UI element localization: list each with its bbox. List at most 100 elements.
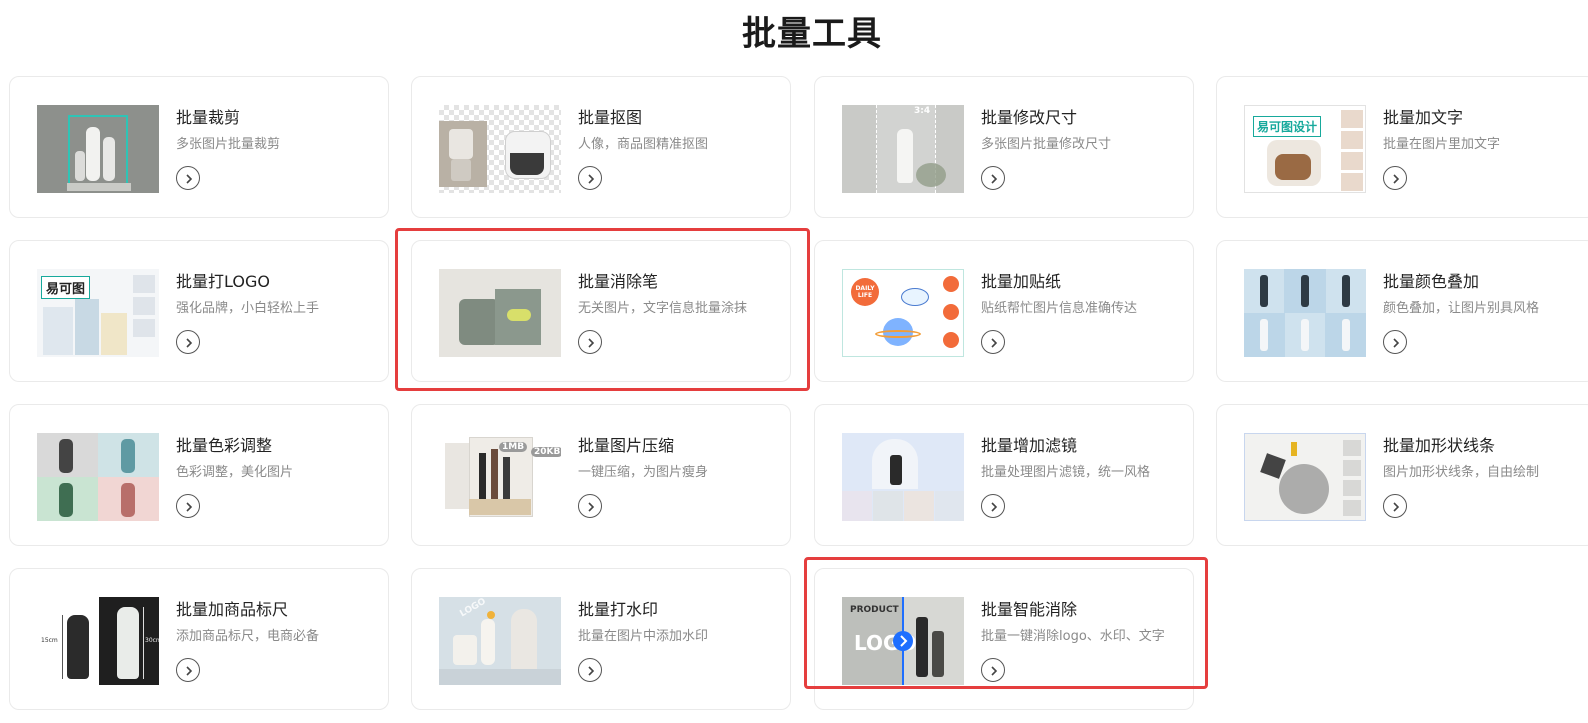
- tool-card-shapes[interactable]: 批量加形状线条 图片加形状线条，自由绘制: [1216, 404, 1588, 546]
- shapes-thumbnail: [1244, 433, 1366, 521]
- tool-title: 批量消除笔: [578, 272, 659, 291]
- tool-title: 批量智能消除: [981, 600, 1078, 619]
- tool-card-compress[interactable]: 1MB 20KB 批量图片压缩 一键压缩，为图片瘦身: [411, 404, 791, 546]
- tool-title: 批量裁剪: [176, 108, 241, 127]
- ruler-label-left: 15cm: [41, 637, 58, 644]
- ruler-thumbnail: 15cm 30cm: [37, 597, 159, 685]
- logo-thumbnail: 易可图: [37, 269, 159, 357]
- tool-description: 贴纸帮忙图片信息准确传达: [981, 301, 1138, 316]
- tool-title: 批量色彩调整: [176, 436, 273, 455]
- tool-description: 人像，商品图精准抠图: [578, 137, 709, 152]
- go-button[interactable]: [176, 330, 200, 354]
- tool-title: 批量修改尺寸: [981, 108, 1078, 127]
- chevron-right-icon: [991, 666, 998, 676]
- compare-slider-handle[interactable]: [893, 631, 913, 651]
- tool-title: 批量打LOGO: [176, 272, 270, 291]
- tool-card-color-overlay[interactable]: 批量颜色叠加 颜色叠加，让图片别具风格: [1216, 240, 1588, 382]
- tool-description: 无关图片，文字信息批量涂抹: [578, 301, 748, 316]
- chevron-right-icon: [900, 635, 908, 647]
- logo-label: 易可图: [41, 276, 91, 299]
- go-button[interactable]: [1383, 330, 1407, 354]
- tool-card-smart-erase[interactable]: PRODUCT LOGO 批量智能消除 批量一键消除logo、水印、文字: [814, 568, 1194, 710]
- ruler-label-right: 30cm: [145, 637, 159, 644]
- tool-description: 多张图片批量修改尺寸: [981, 137, 1112, 152]
- watermark-thumbnail: LOGO: [439, 597, 561, 685]
- tool-title: 批量加商品标尺: [176, 600, 289, 619]
- go-button[interactable]: [981, 494, 1005, 518]
- tool-title: 批量颜色叠加: [1383, 272, 1480, 291]
- chevron-right-icon: [186, 502, 193, 512]
- size-label-after: 20KB: [531, 447, 561, 457]
- size-label-before: 1MB: [499, 442, 528, 452]
- eraser-thumbnail: [439, 269, 561, 357]
- sticker-label: DAILY LIFE: [855, 285, 875, 299]
- sticker-thumbnail: DAILY LIFE: [842, 269, 964, 357]
- tool-card-filter[interactable]: 批量增加滤镜 批量处理图片滤镜，统一风格: [814, 404, 1194, 546]
- filter-thumbnail: [842, 433, 964, 521]
- tool-title: 批量抠图: [578, 108, 643, 127]
- go-button[interactable]: [176, 658, 200, 682]
- resize-thumbnail: 3:4: [842, 105, 964, 193]
- tool-description: 一键压缩，为图片瘦身: [578, 465, 709, 480]
- color-adjust-thumbnail: [37, 433, 159, 521]
- smart-erase-thumbnail: PRODUCT LOGO: [842, 597, 964, 685]
- go-button[interactable]: [578, 494, 602, 518]
- tool-title: 批量图片压缩: [578, 436, 675, 455]
- tool-description: 批量处理图片滤镜，统一风格: [981, 465, 1151, 480]
- chevron-right-icon: [1393, 174, 1400, 184]
- chevron-right-icon: [186, 174, 193, 184]
- chevron-right-icon: [588, 502, 595, 512]
- tool-card-sticker[interactable]: DAILY LIFE 批量加贴纸 贴纸帮忙图片信息准确传达: [814, 240, 1194, 382]
- tool-title: 批量增加滤镜: [981, 436, 1078, 455]
- tool-title: 批量打水印: [578, 600, 659, 619]
- tool-description: 批量一键消除logo、水印、文字: [981, 629, 1165, 644]
- go-button[interactable]: [1383, 166, 1407, 190]
- chevron-right-icon: [991, 338, 998, 348]
- tool-card-resize[interactable]: 3:4 批量修改尺寸 多张图片批量修改尺寸: [814, 76, 1194, 218]
- chevron-right-icon: [588, 174, 595, 184]
- go-button[interactable]: [981, 658, 1005, 682]
- chevron-right-icon: [1393, 502, 1400, 512]
- tool-card-add-text[interactable]: 易可图设计 批量加文字 批量在图片里加文字: [1216, 76, 1588, 218]
- chevron-right-icon: [186, 338, 193, 348]
- chevron-right-icon: [1393, 338, 1400, 348]
- go-button[interactable]: [578, 658, 602, 682]
- go-button[interactable]: [578, 166, 602, 190]
- crop-thumbnail: [37, 105, 159, 193]
- go-button[interactable]: [981, 166, 1005, 190]
- tool-card-cutout[interactable]: 批量抠图 人像，商品图精准抠图: [411, 76, 791, 218]
- go-button[interactable]: [1383, 494, 1407, 518]
- tool-card-logo[interactable]: 易可图 批量打LOGO 强化品牌，小白轻松上手: [9, 240, 389, 382]
- cutout-thumbnail: [439, 105, 561, 193]
- chevron-right-icon: [588, 666, 595, 676]
- tool-title: 批量加文字: [1383, 108, 1464, 127]
- chevron-right-icon: [991, 502, 998, 512]
- go-button[interactable]: [176, 166, 200, 190]
- ratio-label: 3:4: [914, 106, 931, 116]
- tool-description: 强化品牌，小白轻松上手: [176, 301, 320, 316]
- tool-description: 批量在图片中添加水印: [578, 629, 709, 644]
- watermark-text: LOGO: [458, 597, 488, 620]
- tool-description: 颜色叠加，让图片别具风格: [1383, 301, 1540, 316]
- tool-description: 多张图片批量裁剪: [176, 137, 281, 152]
- go-button[interactable]: [176, 494, 200, 518]
- chevron-right-icon: [991, 174, 998, 184]
- tool-title: 批量加形状线条: [1383, 436, 1496, 455]
- sample-text-label: 易可图设计: [1253, 116, 1322, 137]
- tool-card-watermark[interactable]: LOGO 批量打水印 批量在图片中添加水印: [411, 568, 791, 710]
- tool-description: 添加商品标尺，电商必备: [176, 629, 320, 644]
- color-overlay-thumbnail: [1244, 269, 1366, 357]
- compress-thumbnail: 1MB 20KB: [439, 433, 561, 521]
- page-title: 批量工具: [742, 14, 882, 54]
- tool-card-color-adjust[interactable]: 批量色彩调整 色彩调整，美化图片: [9, 404, 389, 546]
- add-text-thumbnail: 易可图设计: [1244, 105, 1366, 193]
- tool-description: 图片加形状线条，自由绘制: [1383, 465, 1540, 480]
- tool-card-eraser[interactable]: 批量消除笔 无关图片，文字信息批量涂抹: [411, 240, 791, 382]
- tool-card-crop[interactable]: 批量裁剪 多张图片批量裁剪: [9, 76, 389, 218]
- go-button[interactable]: [981, 330, 1005, 354]
- chevron-right-icon: [588, 338, 595, 348]
- tool-card-ruler[interactable]: 15cm 30cm 批量加商品标尺 添加商品标尺，电商必备: [9, 568, 389, 710]
- chevron-right-icon: [186, 666, 193, 676]
- go-button[interactable]: [578, 330, 602, 354]
- tool-title: 批量加贴纸: [981, 272, 1062, 291]
